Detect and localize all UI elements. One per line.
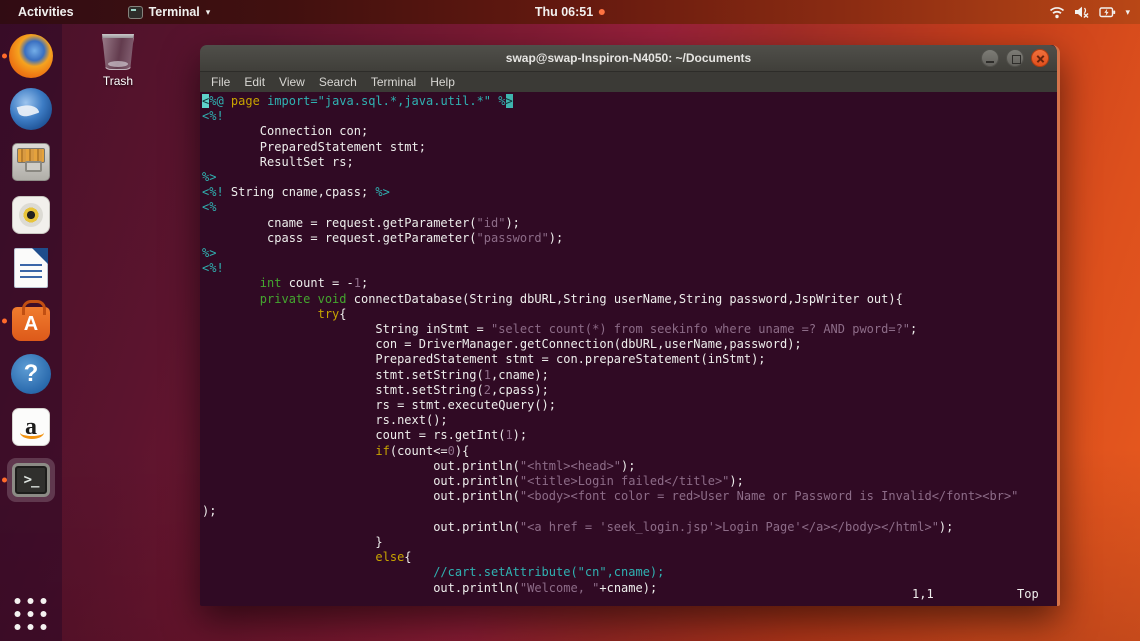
code-line: Connection con; xyxy=(202,124,1057,139)
terminal-content[interactable]: <%@ page import="java.sql.*,java.util.*"… xyxy=(200,92,1057,605)
code-line: out.println("<a href = 'seek_login.jsp'>… xyxy=(202,520,1057,535)
menu-bar: FileEditViewSearchTerminalHelp xyxy=(200,72,1057,92)
code-line: ResultSet rs; xyxy=(202,155,1057,170)
dock-item-thunderbird[interactable] xyxy=(7,87,55,131)
code-line: try{ xyxy=(202,307,1057,322)
cursor-position: 1,1 xyxy=(912,587,934,602)
running-indicator xyxy=(2,319,7,324)
wifi-icon xyxy=(1049,5,1065,19)
dock: A? a >_ xyxy=(0,24,62,641)
trash-icon xyxy=(102,34,134,70)
dock-item-amazon[interactable]: a xyxy=(7,405,55,449)
close-button[interactable] xyxy=(1031,49,1049,67)
minimize-button[interactable] xyxy=(981,49,999,67)
dock-item-software[interactable]: A xyxy=(7,299,55,343)
maximize-button[interactable] xyxy=(1006,49,1024,67)
code-line: //cart.setAttribute("cn",cname); xyxy=(202,565,1057,580)
dock-item-firefox[interactable] xyxy=(7,34,55,78)
show-applications-button[interactable] xyxy=(15,598,48,631)
rhythmbox-icon xyxy=(12,196,50,234)
volume-muted-icon xyxy=(1074,5,1090,19)
code-line: <%! xyxy=(202,261,1057,276)
top-bar: Activities Terminal ▾ Thu 06:51 xyxy=(0,0,1140,24)
terminal-icon: >_ xyxy=(12,463,50,497)
clock-button[interactable]: Thu 06:51 xyxy=(535,5,605,19)
window-controls xyxy=(981,49,1049,67)
app-menu-label: Terminal xyxy=(149,5,200,19)
code-line: String inStmt = "select count(*) from se… xyxy=(202,322,1057,337)
code-line: if(count<=0){ xyxy=(202,444,1057,459)
dock-item-writer[interactable] xyxy=(7,246,55,290)
code-line: stmt.setString(2,cpass); xyxy=(202,383,1057,398)
menu-help[interactable]: Help xyxy=(423,74,462,90)
window-titlebar[interactable]: swap@swap-Inspiron-N4050: ~/Documents xyxy=(200,45,1057,72)
terminal-window: swap@swap-Inspiron-N4050: ~/Documents Fi… xyxy=(200,45,1060,606)
menu-file[interactable]: File xyxy=(204,74,237,90)
menu-edit[interactable]: Edit xyxy=(237,74,272,90)
code-line: PreparedStatement stmt; xyxy=(202,140,1057,155)
running-indicator xyxy=(2,54,7,59)
code-line: rs = stmt.executeQuery(); xyxy=(202,398,1057,413)
writer-icon xyxy=(14,248,48,288)
terminal-app-icon xyxy=(128,6,143,19)
running-indicator xyxy=(2,478,7,483)
activities-button[interactable]: Activities xyxy=(12,5,80,19)
code-line: con = DriverManager.getConnection(dbURL,… xyxy=(202,337,1057,352)
thunderbird-icon xyxy=(10,88,52,130)
battery-charging-icon xyxy=(1099,5,1116,19)
terminal-code: <%@ page import="java.sql.*,java.util.*"… xyxy=(202,94,1057,596)
desktop: Activities Terminal ▾ Thu 06:51 xyxy=(0,0,1140,641)
vim-status-line: 1,1 Top xyxy=(200,587,1057,602)
dock-item-help[interactable]: ? xyxy=(7,352,55,396)
amazon-icon: a xyxy=(12,408,50,446)
dock-item-files[interactable] xyxy=(7,140,55,184)
files-icon xyxy=(12,143,50,181)
notification-dot-icon xyxy=(599,9,605,15)
code-line: ); xyxy=(202,504,1057,519)
system-status-area[interactable]: ▾ xyxy=(1049,5,1130,19)
trash-label: Trash xyxy=(86,74,150,88)
code-line: count = rs.getInt(1); xyxy=(202,428,1057,443)
dock-item-terminal[interactable]: >_ xyxy=(7,458,55,502)
code-line: out.println("<title>Login failed</title>… xyxy=(202,474,1057,489)
menu-view[interactable]: View xyxy=(272,74,312,90)
code-line: } xyxy=(202,535,1057,550)
code-line: PreparedStatement stmt = con.prepareStat… xyxy=(202,352,1057,367)
code-line: out.println("<html><head>"); xyxy=(202,459,1057,474)
app-menu-button[interactable]: Terminal ▾ xyxy=(128,5,211,19)
menu-terminal[interactable]: Terminal xyxy=(364,74,423,90)
code-line: <%@ page import="java.sql.*,java.util.*"… xyxy=(202,94,1057,109)
code-line: stmt.setString(1,cname); xyxy=(202,368,1057,383)
chevron-down-icon: ▾ xyxy=(1125,7,1130,18)
code-line: private void connectDatabase(String dbUR… xyxy=(202,292,1057,307)
code-line: else{ xyxy=(202,550,1057,565)
help-icon: ? xyxy=(11,354,51,394)
window-title: swap@swap-Inspiron-N4050: ~/Documents xyxy=(506,51,751,65)
menu-search[interactable]: Search xyxy=(312,74,364,90)
code-line: <%! String cname,cpass; %> xyxy=(202,185,1057,200)
clock-label: Thu 06:51 xyxy=(535,5,593,19)
chevron-down-icon: ▾ xyxy=(206,7,211,18)
code-line: %> xyxy=(202,170,1057,185)
code-line: out.println("<body><font color = red>Use… xyxy=(202,489,1057,504)
trash-shortcut[interactable]: Trash xyxy=(86,34,150,88)
firefox-icon xyxy=(9,34,53,78)
code-line: %> xyxy=(202,246,1057,261)
code-line: int count = -1; xyxy=(202,276,1057,291)
code-line: <%! xyxy=(202,109,1057,124)
software-icon: A xyxy=(12,307,50,341)
dock-item-rhythmbox[interactable] xyxy=(7,193,55,237)
file-position: Top xyxy=(1017,587,1039,602)
code-line: cname = request.getParameter("id"); xyxy=(202,216,1057,231)
code-line: <% xyxy=(202,200,1057,215)
code-line: rs.next(); xyxy=(202,413,1057,428)
code-line: cpass = request.getParameter("password")… xyxy=(202,231,1057,246)
